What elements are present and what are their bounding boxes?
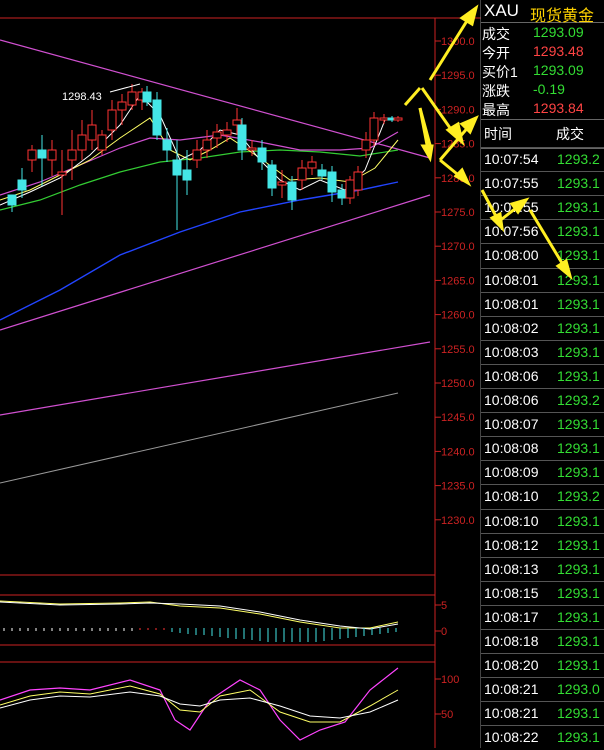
kline-chart[interactable]	[0, 0, 604, 748]
